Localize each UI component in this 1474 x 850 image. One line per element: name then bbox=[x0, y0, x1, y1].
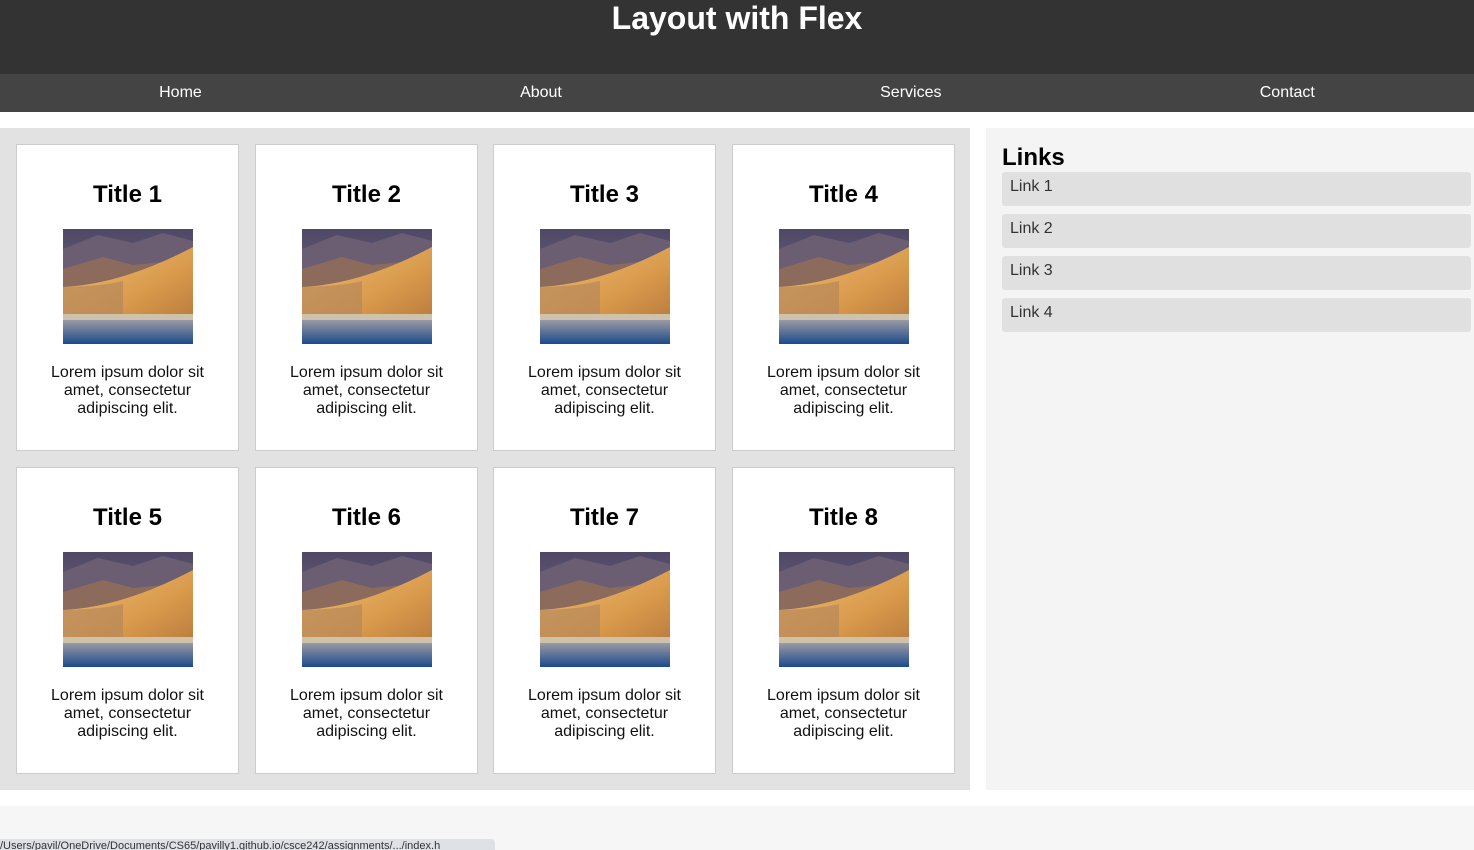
card-title: Title 7 bbox=[570, 504, 639, 531]
sidebar: Links Link 1 Link 2 Link 3 Link 4 bbox=[986, 128, 1474, 790]
card-text: Lorem ipsum dolor sit amet, consectetur … bbox=[767, 687, 920, 740]
card: Title 7 Lorem ipsum dolor sit amet, cons… bbox=[493, 467, 716, 774]
landscape-image bbox=[778, 552, 909, 667]
card-text: Lorem ipsum dolor sit amet, consectetur … bbox=[528, 687, 681, 740]
nav-link-home[interactable]: Home bbox=[159, 84, 202, 102]
card-text: Lorem ipsum dolor sit amet, consectetur … bbox=[290, 364, 443, 417]
card: Title 1 Lorem ipsum dolor sit amet, cons… bbox=[16, 144, 239, 451]
card-text: Lorem ipsum dolor sit amet, consectetur … bbox=[290, 687, 443, 740]
card: Title 4 Lorem ipsum dolor sit amet, cons… bbox=[732, 144, 955, 451]
landscape-image bbox=[62, 229, 193, 344]
status-bar-url: /Users/pavil/OneDrive/Documents/CS65/pav… bbox=[0, 839, 495, 850]
nav-link-contact[interactable]: Contact bbox=[1260, 84, 1315, 102]
card-text: Lorem ipsum dolor sit amet, consectetur … bbox=[528, 364, 681, 417]
landscape-image bbox=[778, 229, 909, 344]
sidebar-heading: Links bbox=[1002, 144, 1065, 171]
nav-link-services[interactable]: Services bbox=[880, 84, 941, 102]
card-title: Title 4 bbox=[809, 181, 878, 208]
card: Title 8 Lorem ipsum dolor sit amet, cons… bbox=[732, 467, 955, 774]
main-nav: Home About Services Contact bbox=[0, 74, 1474, 112]
card: Title 3 Lorem ipsum dolor sit amet, cons… bbox=[493, 144, 716, 451]
sidebar-link-2[interactable]: Link 2 bbox=[1002, 214, 1471, 248]
card-text: Lorem ipsum dolor sit amet, consectetur … bbox=[767, 364, 920, 417]
card: Title 6 Lorem ipsum dolor sit amet, cons… bbox=[255, 467, 478, 774]
card-title: Title 1 bbox=[93, 181, 162, 208]
card-title: Title 6 bbox=[332, 504, 401, 531]
site-header: Layout with Flex bbox=[0, 0, 1474, 74]
card-title: Title 3 bbox=[570, 181, 639, 208]
card-text: Lorem ipsum dolor sit amet, consectetur … bbox=[51, 687, 204, 740]
landscape-image bbox=[539, 229, 670, 344]
card-text: Lorem ipsum dolor sit amet, consectetur … bbox=[51, 364, 204, 417]
nav-link-about[interactable]: About bbox=[520, 84, 562, 102]
card-grid: Title 1 Lorem ipsum dolor sit amet, cons… bbox=[0, 128, 970, 790]
sidebar-link-list: Link 1 Link 2 Link 3 Link 4 bbox=[1002, 172, 1471, 332]
landscape-image bbox=[62, 552, 193, 667]
landscape-image bbox=[539, 552, 670, 667]
page-title: Layout with Flex bbox=[611, 0, 863, 36]
card-title: Title 2 bbox=[332, 181, 401, 208]
sidebar-link-4[interactable]: Link 4 bbox=[1002, 298, 1471, 332]
card: Title 5 Lorem ipsum dolor sit amet, cons… bbox=[16, 467, 239, 774]
sidebar-link-3[interactable]: Link 3 bbox=[1002, 256, 1471, 290]
sidebar-link-1[interactable]: Link 1 bbox=[1002, 172, 1471, 206]
card-title: Title 8 bbox=[809, 504, 878, 531]
card: Title 2 Lorem ipsum dolor sit amet, cons… bbox=[255, 144, 478, 451]
landscape-image bbox=[301, 229, 432, 344]
landscape-image bbox=[301, 552, 432, 667]
card-title: Title 5 bbox=[93, 504, 162, 531]
